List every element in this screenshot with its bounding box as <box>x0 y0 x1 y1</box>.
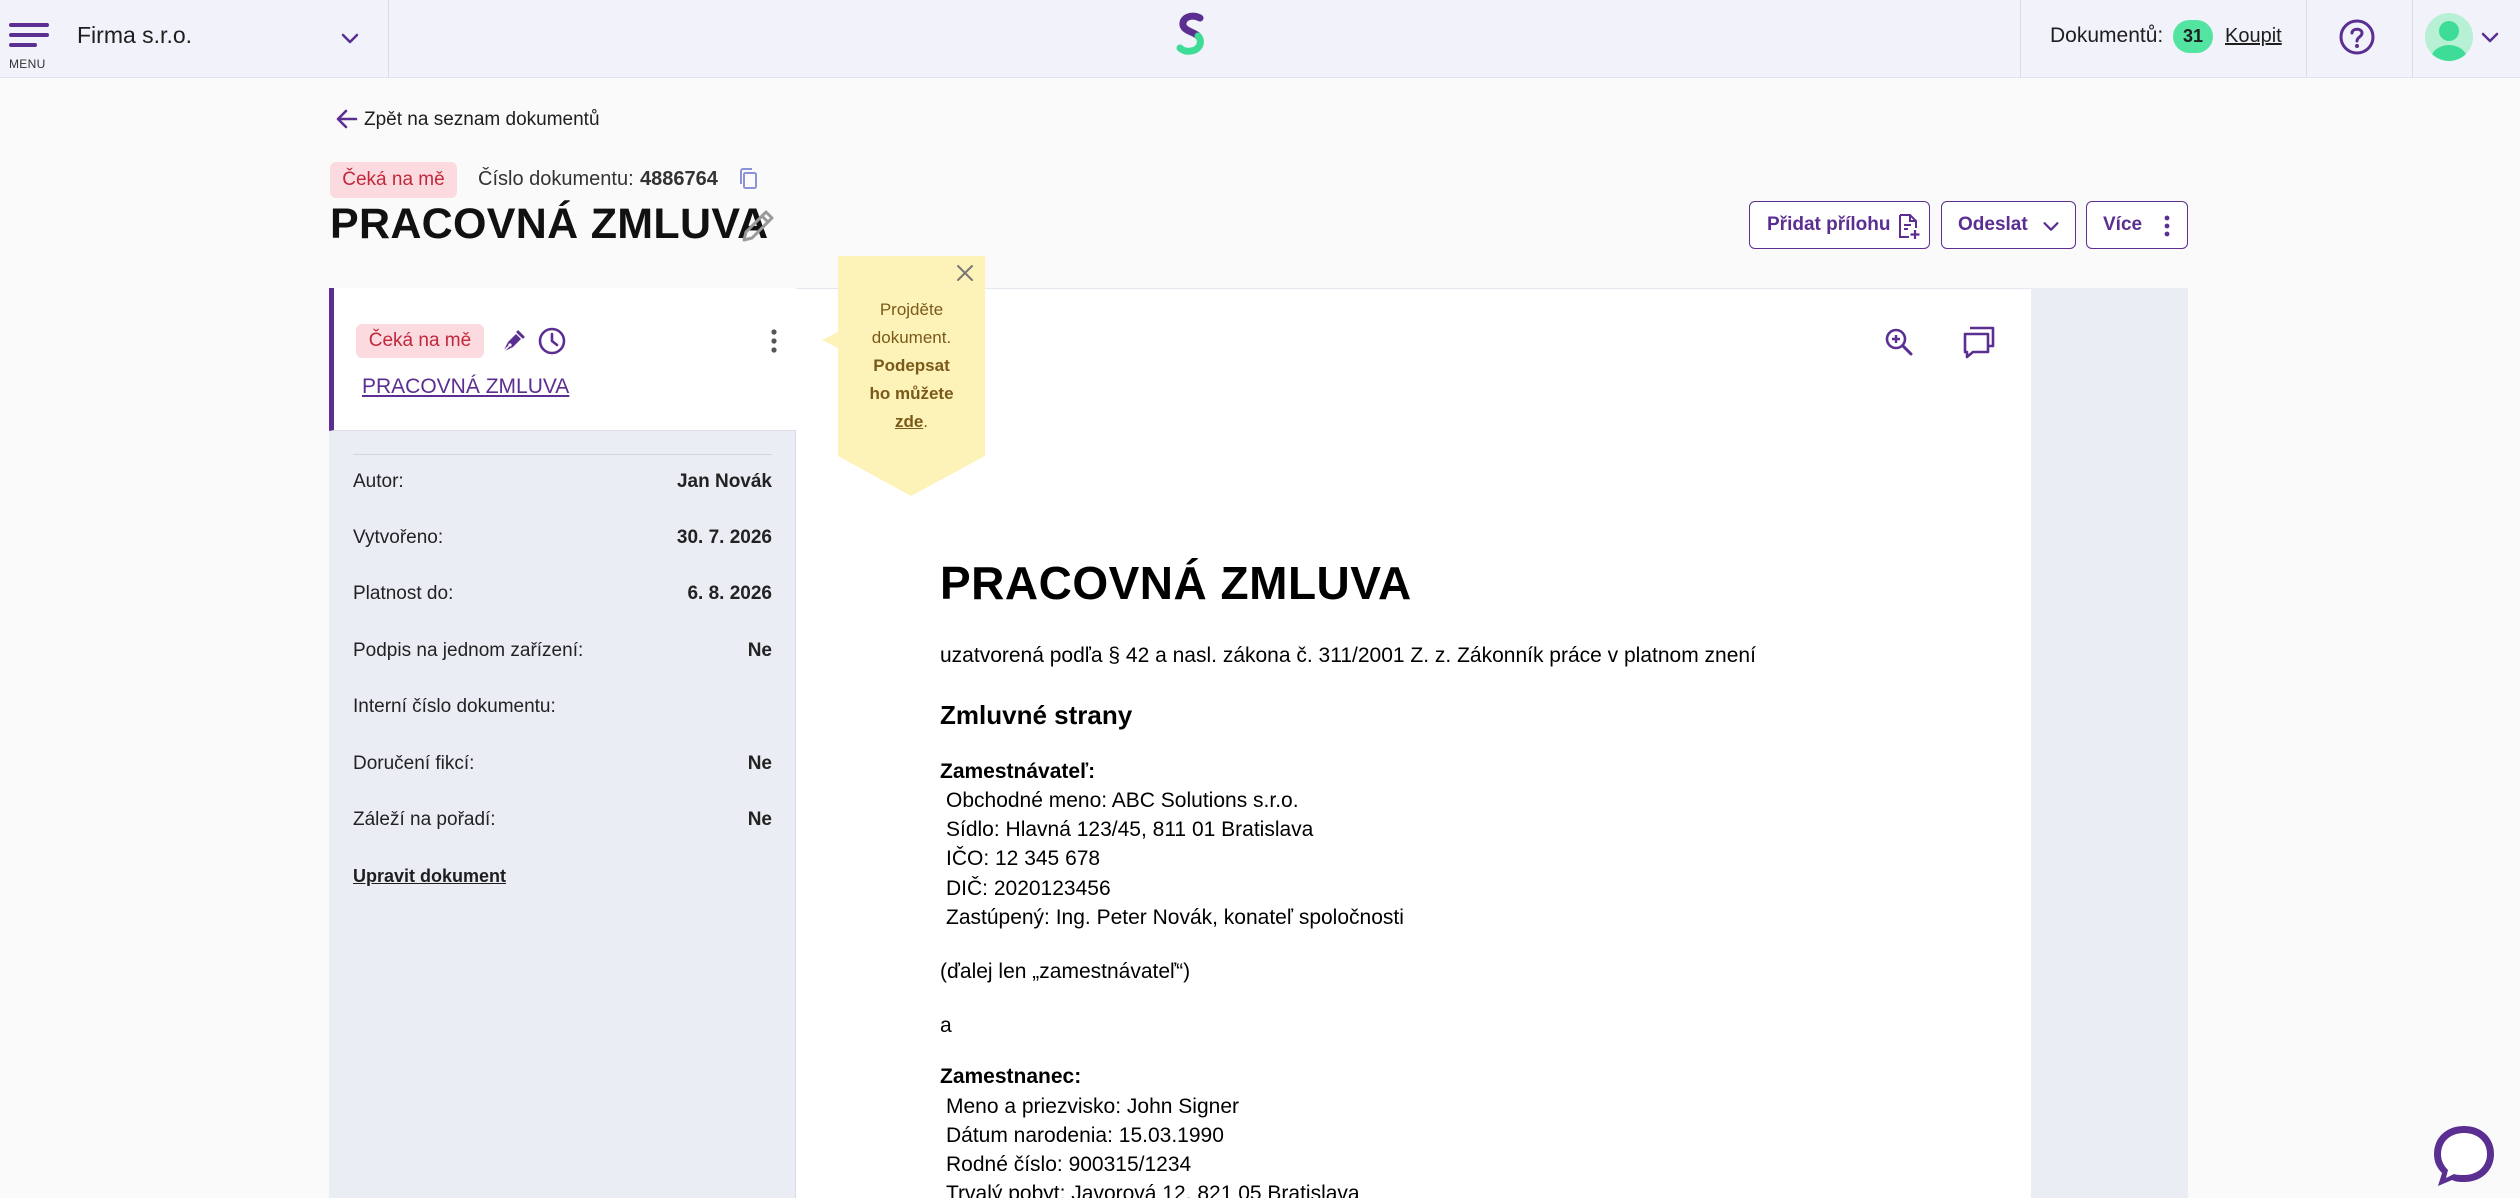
buy-link[interactable]: Koupit <box>2225 25 2282 48</box>
viewer-side-area <box>2031 288 2188 1198</box>
tooltip-text: Projděte dokument. Podepsat ho můžete zd… <box>838 296 985 436</box>
divider <box>2412 0 2413 78</box>
employee-line: Meno a priezvisko: John Signer <box>946 1095 1239 1118</box>
document-card-title[interactable]: PRACOVNÁ ZMLUVA <box>362 375 569 399</box>
meta-label: Platnost do: <box>353 583 454 604</box>
meta-row-order-matters: Záleží na pořadí: Ne <box>353 809 772 839</box>
meta-value: Jan Novák <box>676 471 772 492</box>
document-number-label: Číslo dokumentu: <box>478 168 634 190</box>
meta-label: Záleží na pořadí: <box>353 809 496 830</box>
send-label: Odeslat <box>1958 214 2028 235</box>
employer-line: Obchodné meno: ABC Solutions s.r.o. <box>946 789 1299 812</box>
more-button[interactable]: Více <box>2086 201 2188 249</box>
kebab-icon[interactable] <box>764 326 784 356</box>
employer-line: DIČ: 2020123456 <box>946 877 1111 900</box>
document-subtitle: uzatvorená podľa § 42 a nasl. zákona č. … <box>940 644 1756 667</box>
sign-here-link[interactable]: zde <box>895 412 923 431</box>
menu-label: MENU <box>9 57 46 71</box>
meta-row-created: Vytvořeno: 30. 7. 2026 <box>353 527 772 557</box>
document-sidebar: Čeká na mě PRACOVNÁ ZMLUVA Autor: Jan No… <box>329 288 796 1198</box>
divider <box>2306 0 2307 78</box>
employer-alias: (ďalej len „zamestnávateľ“) <box>940 960 1191 983</box>
meta-row-delivery-fiction: Doručení fikcí: Ne <box>353 753 772 783</box>
pencil-icon[interactable] <box>736 204 780 248</box>
tooltip-line-bold: ho můžete <box>869 384 954 403</box>
chat-icon[interactable] <box>2428 1120 2500 1192</box>
divider <box>2020 0 2021 78</box>
employee-line: Rodné číslo: 900315/1234 <box>946 1153 1192 1176</box>
meta-label: Podpis na jednom zařízení: <box>353 640 584 661</box>
status-badge: Čeká na mě <box>356 324 484 358</box>
documents-count-badge: 31 <box>2173 20 2213 53</box>
employer-line: IČO: 12 345 678 <box>946 847 1101 870</box>
divider <box>353 454 772 455</box>
edit-document-link[interactable]: Upravit dokument <box>353 866 506 887</box>
tooltip-line: Projděte <box>879 300 944 319</box>
tooltip-line: dokument. <box>871 328 952 347</box>
chevron-down-icon <box>2043 222 2059 231</box>
kebab-icon <box>2164 215 2170 237</box>
arrow-left-icon <box>336 109 358 129</box>
document-title: PRACOVNÁ ZMLUVA <box>940 557 1412 609</box>
hamburger-icon <box>9 23 49 47</box>
back-link-label: Zpět na seznam dokumentů <box>364 109 600 130</box>
zoom-in-icon[interactable] <box>1883 326 1915 358</box>
top-bar: MENU Firma s.r.o. Dokumentů: 31 Koupit <box>0 0 2520 78</box>
parties-heading: Zmluvné strany <box>940 700 1133 730</box>
tooltip-line-bold: Podepsat <box>873 356 950 375</box>
status-badge: Čeká na mě <box>330 162 457 198</box>
add-attachment-label: Přidat přílohu <box>1767 214 1891 235</box>
copy-icon[interactable] <box>736 166 760 192</box>
company-name[interactable]: Firma s.r.o. <box>77 22 192 49</box>
employee-line: Trvalý pobyt: Javorová 12, 821 05 Bratis… <box>946 1182 1360 1198</box>
employer-line: Zastúpený: Ing. Peter Novák, konateľ spo… <box>946 906 1404 929</box>
documents-count-label: Dokumentů: <box>2050 24 2164 47</box>
meta-row-single-device: Podpis na jednom zařízení: Ne <box>353 640 772 670</box>
app-logo-icon[interactable] <box>1172 12 1212 60</box>
menu-button[interactable]: MENU <box>0 0 56 78</box>
employer-line: Sídlo: Hlavná 123/45, 811 01 Bratislava <box>946 818 1314 841</box>
meta-row-internal-number: Interní číslo dokumentu: <box>353 696 772 726</box>
meta-row-author: Autor: Jan Novák <box>353 471 772 501</box>
page-title: PRACOVNÁ ZMLUVA <box>330 200 769 248</box>
meta-value: Ne <box>747 640 772 661</box>
document-number-value: 4886764 <box>640 168 718 190</box>
avatar[interactable] <box>2425 13 2473 61</box>
help-icon[interactable] <box>2338 18 2376 56</box>
employer-heading: Zamestnávateľ: <box>940 760 1096 783</box>
conjunction: a <box>940 1014 952 1037</box>
meta-row-valid-until: Platnost do: 6. 8. 2026 <box>353 583 772 613</box>
employee-line: Dátum narodenia: 15.03.1990 <box>946 1124 1224 1147</box>
more-label: Více <box>2103 214 2143 235</box>
tooltip-line-end: . <box>923 412 929 431</box>
close-icon[interactable] <box>954 262 976 284</box>
clock-icon <box>538 327 566 355</box>
sign-hint-tooltip: Projděte dokument. Podepsat ho můžete zd… <box>822 256 985 496</box>
divider <box>388 0 389 78</box>
meta-value: 30. 7. 2026 <box>676 527 772 548</box>
add-attachment-button[interactable]: Přidat přílohu <box>1749 201 1930 249</box>
document-card[interactable]: Čeká na mě PRACOVNÁ ZMLUVA <box>329 288 796 431</box>
meta-label: Vytvořeno: <box>353 527 444 548</box>
chevron-down-icon[interactable] <box>2478 25 2502 49</box>
meta-label: Doručení fikcí: <box>353 753 475 774</box>
comments-icon[interactable] <box>1961 324 1997 360</box>
meta-value: Ne <box>747 809 772 830</box>
employee-heading: Zamestnanec: <box>940 1065 1082 1088</box>
meta-label: Interní číslo dokumentu: <box>353 696 556 717</box>
meta-label: Autor: <box>353 471 404 492</box>
chevron-down-icon[interactable] <box>338 26 362 50</box>
send-button[interactable]: Odeslat <box>1941 201 2076 249</box>
file-add-icon <box>1899 214 1920 239</box>
meta-value: 6. 8. 2026 <box>687 583 772 604</box>
signature-pen-icon <box>502 330 525 353</box>
meta-value: Ne <box>747 753 772 774</box>
